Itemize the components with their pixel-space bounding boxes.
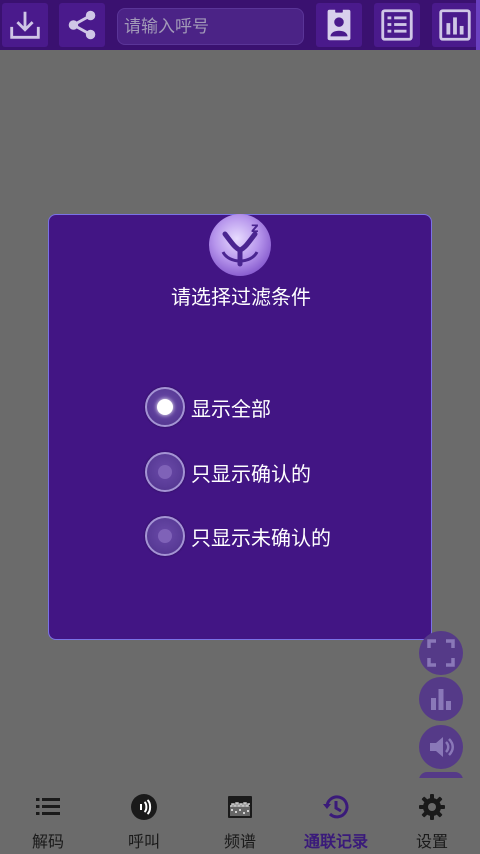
nav-label: 呼叫 (127, 832, 160, 851)
download-icon (10, 11, 40, 39)
spectrum-icon (228, 796, 252, 818)
radio-dot (157, 399, 173, 415)
bottom-nav: 解码 呼叫 频谱 通联记录 设置 (0, 778, 480, 854)
fullscreen-button[interactable] (419, 631, 463, 675)
nav-settings[interactable]: 设置 (384, 778, 480, 854)
nav-call[interactable]: 呼叫 (96, 778, 192, 854)
volume-button[interactable] (419, 725, 463, 769)
download-button[interactable] (2, 3, 48, 47)
radio-button[interactable] (145, 387, 185, 427)
bars-icon (431, 689, 451, 710)
level-meter-button[interactable] (419, 677, 463, 721)
app-logo-icon: z (209, 214, 271, 276)
option-label: 只显示未确认的 (191, 525, 331, 550)
toolbar-edge (476, 0, 480, 50)
nav-decode[interactable]: 解码 (0, 778, 96, 854)
history-icon (323, 795, 349, 819)
nav-label: 频谱 (223, 832, 256, 851)
list-button[interactable] (374, 3, 420, 47)
nav-spectrum[interactable]: 频谱 (192, 778, 288, 854)
statistics-button[interactable] (432, 3, 478, 47)
radio-button[interactable] (145, 516, 185, 556)
top-toolbar (0, 0, 480, 50)
signal-icon (131, 794, 157, 820)
nav-label: 解码 (31, 832, 64, 851)
option-show-confirmed[interactable]: 只显示确认的 (145, 450, 311, 494)
share-icon (68, 10, 96, 40)
radio-button[interactable] (145, 452, 185, 492)
contact-card-icon (327, 7, 351, 41)
nav-qso-log[interactable]: 通联记录 (288, 778, 384, 854)
search-input[interactable] (124, 9, 303, 44)
option-show-unconfirmed[interactable]: 只显示未确认的 (145, 514, 331, 558)
radio-dot (158, 529, 172, 543)
nav-label: 通联记录 (303, 832, 368, 851)
list-icon (381, 9, 413, 41)
radio-dot (158, 465, 172, 479)
filter-dialog: z 请选择过滤条件 显示全部 只显示确认的 只显示未确认的 (48, 214, 432, 640)
chart-icon (439, 9, 471, 41)
volume-icon (430, 737, 454, 757)
nav-label: 设置 (415, 832, 448, 851)
option-label: 显示全部 (191, 396, 271, 421)
gear-icon (419, 794, 445, 820)
list-icon (36, 798, 60, 815)
svg-text:z: z (251, 221, 259, 236)
fullscreen-icon (427, 639, 455, 667)
callsign-search[interactable] (117, 8, 304, 45)
option-show-all[interactable]: 显示全部 (145, 385, 271, 429)
contact-button[interactable] (316, 3, 362, 47)
share-button[interactable] (59, 3, 105, 47)
dialog-title: 请选择过滤条件 (171, 285, 311, 309)
option-label: 只显示确认的 (191, 461, 311, 486)
